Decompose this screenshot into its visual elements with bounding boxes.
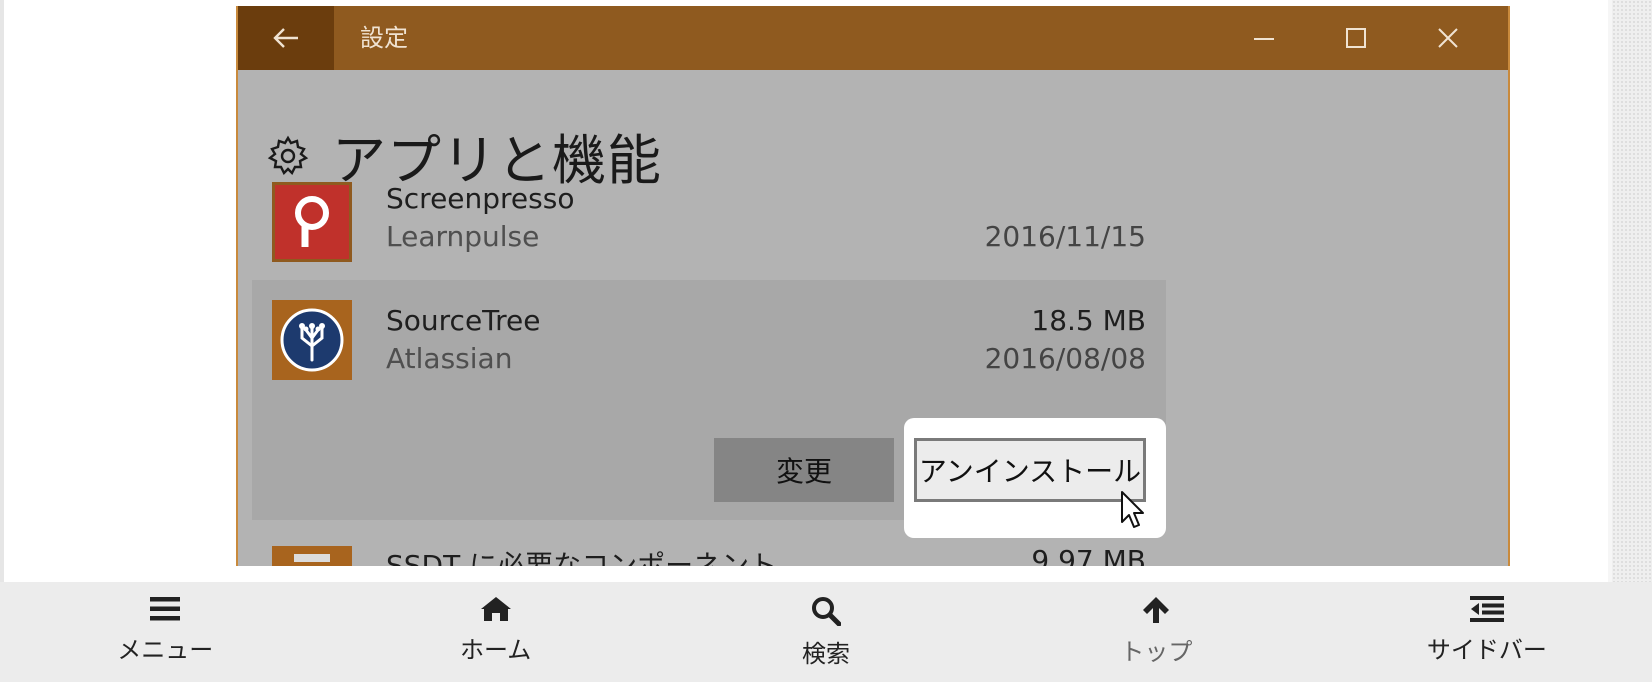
- change-button[interactable]: 変更: [714, 438, 894, 502]
- ssdt-app-icon: [272, 546, 352, 566]
- nav-sidebar[interactable]: サイドバー: [1322, 582, 1652, 682]
- arrow-up-icon: [1143, 597, 1170, 623]
- nav-home-label: ホーム: [459, 636, 532, 664]
- minimize-icon: [1254, 38, 1274, 40]
- nav-home[interactable]: ホーム: [330, 582, 660, 682]
- app-install-date: 2016/11/15: [984, 220, 1146, 253]
- app-list-item[interactable]: Screenpresso Learnpulse 2016/11/15: [252, 182, 1166, 264]
- app-size: 18.5 MB: [1031, 304, 1146, 337]
- app-publisher: Atlassian: [386, 342, 513, 375]
- screenpresso-app-icon: [272, 182, 352, 262]
- app-list-item[interactable]: SSDT に必要なコンポーネント 9.97 MB: [252, 540, 1166, 566]
- nav-search-label: 検索: [802, 640, 851, 668]
- close-button[interactable]: [1402, 6, 1494, 70]
- nav-menu-label: メニュー: [117, 636, 214, 664]
- page-left-edge: [0, 0, 4, 582]
- nav-top[interactable]: トップ: [991, 582, 1321, 682]
- page-right-pattern: [1612, 0, 1652, 582]
- maximize-icon: [1346, 28, 1366, 48]
- app-name: SSDT に必要なコンポーネント: [386, 549, 778, 566]
- hamburger-menu-icon: [150, 597, 181, 621]
- nav-top-label: トップ: [1120, 638, 1193, 666]
- sidebar-icon: [1469, 596, 1504, 622]
- minimize-button[interactable]: [1218, 6, 1310, 70]
- app-install-date: 2016/08/08: [984, 342, 1146, 375]
- close-icon: [1438, 28, 1458, 48]
- nav-search[interactable]: 検索: [661, 582, 991, 682]
- mouse-cursor-icon: [1120, 490, 1146, 534]
- app-name: SourceTree: [386, 304, 541, 337]
- window-title-bar: 設定: [238, 6, 1508, 70]
- settings-screenshot: 設定 アプリと機能 Screenpresso Learnpulse 2016/1…: [236, 6, 1510, 566]
- bottom-navigation: メニュー ホーム 検索 トップ サイドバー: [0, 582, 1652, 682]
- search-icon: [812, 597, 842, 626]
- gear-icon: [267, 135, 309, 175]
- back-button[interactable]: [238, 6, 334, 70]
- sourcetree-app-icon: [272, 300, 352, 380]
- home-icon: [480, 597, 511, 621]
- nav-menu[interactable]: メニュー: [0, 582, 330, 682]
- window-title: 設定: [360, 24, 408, 52]
- app-size: 9.97 MB: [1031, 544, 1146, 566]
- back-arrow-icon: [273, 28, 298, 48]
- uninstall-button[interactable]: アンインストール: [914, 438, 1146, 502]
- app-publisher: Learnpulse: [386, 220, 540, 253]
- maximize-button[interactable]: [1310, 6, 1402, 70]
- app-name: Screenpresso: [386, 182, 575, 215]
- nav-sidebar-label: サイドバー: [1426, 636, 1547, 664]
